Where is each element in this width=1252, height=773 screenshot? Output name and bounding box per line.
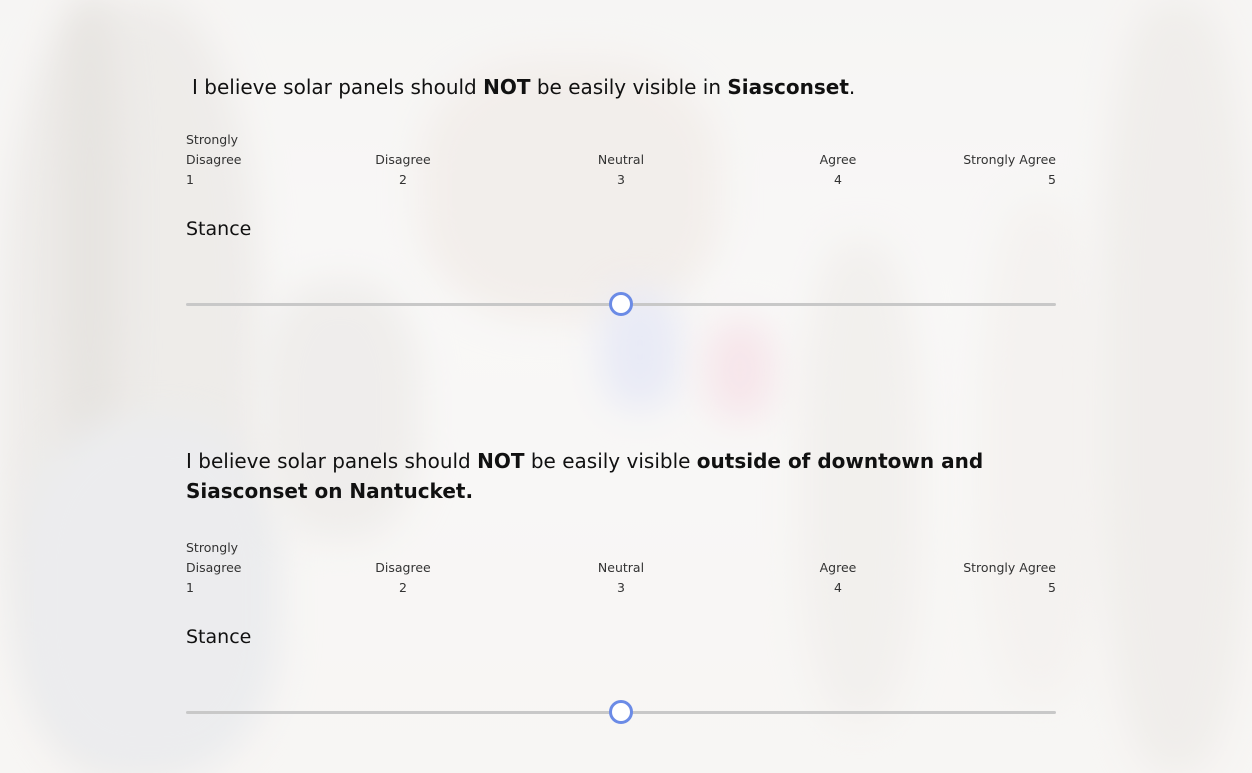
q1-part-4: .	[848, 75, 856, 99]
question-2-stance-slider[interactable]	[186, 700, 1056, 724]
scale-value: 1	[186, 172, 194, 187]
scale-label: Strongly Disagree	[186, 132, 242, 167]
survey-form: I believe solar panels should NOT be eas…	[0, 0, 1252, 773]
scale-label: Agree	[819, 560, 857, 575]
scale-value: 1	[186, 580, 194, 595]
scale-value: 5	[1048, 172, 1056, 187]
slider-thumb[interactable]	[609, 292, 633, 316]
scale-tick-5: Strongly Agree 5	[963, 150, 1056, 190]
scale-value: 3	[617, 580, 625, 595]
q1-part-1: NOT	[483, 75, 531, 99]
scale-value: 3	[617, 172, 625, 187]
q2-part-0: I believe solar panels should	[186, 449, 478, 473]
scale-label: Strongly Agree	[963, 152, 1056, 167]
scale-tick-1: Strongly Disagree 1	[186, 130, 256, 190]
question-1-stance-label: Stance	[186, 218, 252, 240]
question-2-text: I believe solar panels should NOT be eas…	[186, 446, 1056, 506]
question-1-scale: Strongly Disagree 1 Disagree 2 Neutral 3…	[186, 130, 1056, 190]
question-2-stance-label: Stance	[186, 626, 252, 648]
scale-tick-1: Strongly Disagree 1	[186, 538, 256, 598]
scale-value: 5	[1048, 580, 1056, 595]
scale-label: Agree	[819, 152, 857, 167]
scale-label: Neutral	[597, 560, 645, 575]
q1-part-2: be easily visible in	[530, 75, 728, 99]
scale-value: 2	[399, 580, 407, 595]
scale-value: 4	[834, 172, 842, 187]
q2-part-1: NOT	[477, 449, 525, 473]
scale-label: Strongly Agree	[963, 560, 1056, 575]
slider-thumb[interactable]	[609, 700, 633, 724]
scale-tick-5: Strongly Agree 5	[963, 558, 1056, 598]
scale-label: Neutral	[597, 152, 645, 167]
scale-value: 2	[399, 172, 407, 187]
q2-part-2: be easily visible	[524, 449, 697, 473]
question-1-text: I believe solar panels should NOT be eas…	[192, 72, 1062, 102]
scale-label: Disagree	[375, 152, 431, 167]
scale-label: Strongly Disagree	[186, 540, 242, 575]
q1-part-3: Siasconset	[727, 75, 849, 99]
q1-part-0: I believe solar panels should	[192, 75, 484, 99]
scale-value: 4	[834, 580, 842, 595]
question-1-stance-slider[interactable]	[186, 292, 1056, 316]
question-2-scale: Strongly Disagree 1 Disagree 2 Neutral 3…	[186, 538, 1056, 598]
scale-label: Disagree	[375, 560, 431, 575]
